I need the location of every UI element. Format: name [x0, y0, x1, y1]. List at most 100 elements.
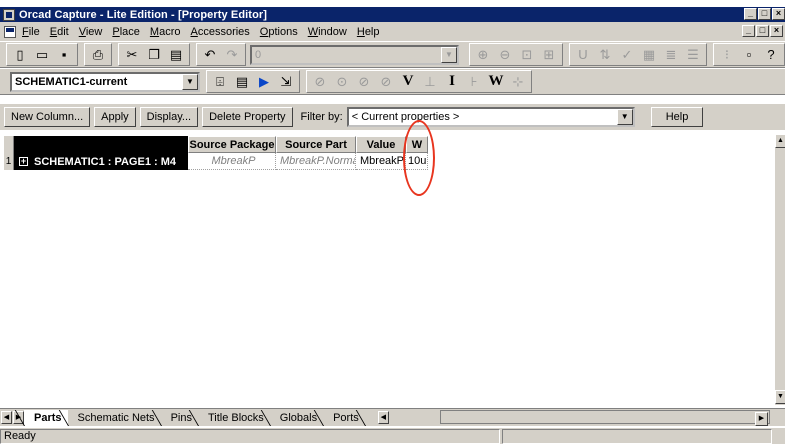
filter-select[interactable]: < Current properties > ▼ [346, 107, 635, 127]
standard-toolbar: ▯ ▭ ▪ ⎙ ✂ ❐ ▤ ↶ ↷ 0 ▼ ⊕ ⊖ ⊡ ⊞ U ⇅ ✓ ▦ ≣ … [0, 41, 785, 68]
edit-tool-group: ✂ ❐ ▤ [118, 43, 190, 66]
new-icon[interactable]: ▯ [10, 45, 30, 64]
bom-icon[interactable]: ≣ [661, 45, 681, 64]
paste-icon[interactable]: ▤ [166, 45, 186, 64]
help-icon[interactable]: ? [761, 45, 781, 64]
new-column-button[interactable]: New Column... [4, 107, 91, 127]
zoom-tool-group: ⊕ ⊖ ⊡ ⊞ [469, 43, 563, 66]
cross-ref-icon[interactable]: ☰ [683, 45, 703, 64]
annotate-icon[interactable]: U [573, 45, 593, 64]
column-header[interactable]: Source Package [188, 136, 276, 153]
tab-schematic-nets[interactable]: Schematic Nets [67, 409, 161, 426]
row-part-name[interactable]: + SCHEMATIC1 : PAGE1 : M4 [14, 153, 188, 170]
property-grid: Source Package Source Part Value W 1 + S… [4, 134, 774, 405]
status-bar: Ready [0, 427, 785, 444]
menu-bar: File Edit View Place Macro Accessories O… [0, 22, 785, 41]
scroll-right-icon[interactable]: ▶ [755, 412, 768, 426]
power-dissipation-icon[interactable]: ⊹ [508, 72, 528, 91]
app-icon[interactable] [3, 8, 15, 21]
table-row[interactable]: 1 + SCHEMATIC1 : PAGE1 : M4 MbreakP Mbre… [4, 153, 428, 170]
tab-overflow[interactable] [364, 409, 377, 426]
maximize-button[interactable]: □ [758, 8, 771, 20]
horizontal-scrollbar[interactable]: ▶ [440, 410, 770, 426]
vertical-scrollbar[interactable]: ▲ ▼ [774, 134, 785, 405]
tab-list-left-icon[interactable]: ◀ [377, 411, 389, 424]
menu-window[interactable]: Window [308, 26, 347, 38]
menu-macro[interactable]: Macro [150, 26, 181, 38]
probe-area-icon[interactable]: ⊘ [354, 72, 374, 91]
value-cell[interactable]: MbreakP [356, 153, 406, 170]
tab-scroll-left-icon[interactable]: ◀ [1, 411, 12, 424]
menu-place[interactable]: Place [112, 26, 140, 38]
snap-icon[interactable]: ⁝ [717, 45, 737, 64]
close-button[interactable]: × [772, 8, 785, 20]
scroll-up-icon[interactable]: ▲ [775, 134, 785, 148]
print-icon[interactable]: ⎙ [88, 45, 108, 64]
minimize-button[interactable]: _ [744, 8, 757, 20]
column-header[interactable]: Value [356, 136, 406, 153]
menu-help[interactable]: Help [357, 26, 380, 38]
doc-close-button[interactable]: × [770, 25, 783, 37]
chevron-down-icon[interactable]: ▼ [441, 46, 457, 63]
zoom-all-icon[interactable]: ⊞ [539, 45, 559, 64]
document-icon[interactable] [4, 25, 16, 38]
place-part-icon[interactable]: ⌹ [210, 72, 230, 91]
print-tool-group: ⎙ [84, 43, 112, 66]
redo-icon[interactable]: ↷ [222, 45, 242, 64]
back-annotate-icon[interactable]: ⇅ [595, 45, 615, 64]
zoom-out-icon[interactable]: ⊖ [495, 45, 515, 64]
doc-restore-button[interactable]: □ [756, 25, 769, 37]
chevron-down-icon[interactable]: ▼ [616, 109, 633, 125]
column-header[interactable]: Source Part [276, 136, 356, 153]
row-number[interactable]: 1 [4, 153, 14, 170]
apply-button[interactable]: Apply [94, 107, 136, 127]
display-button[interactable]: Display... [139, 107, 199, 127]
delete-property-button[interactable]: Delete Property [202, 107, 293, 127]
probe-pin-icon[interactable]: ⊙ [332, 72, 352, 91]
grid-corner[interactable] [4, 136, 14, 153]
menu-file[interactable]: File [22, 26, 40, 38]
page-tool-group: ⌹ ▤ ▶ ⇲ [206, 70, 300, 93]
chevron-down-icon[interactable]: ▼ [182, 73, 198, 90]
status-text: Ready [0, 428, 500, 444]
annotation-circle [403, 120, 435, 196]
menu-edit[interactable]: Edit [50, 26, 69, 38]
probe-zoom-icon[interactable]: ⊘ [310, 72, 330, 91]
zoom-area-icon[interactable]: ⊡ [517, 45, 537, 64]
drc-icon[interactable]: ✓ [617, 45, 637, 64]
source-part-cell[interactable]: MbreakP.Normal [276, 153, 356, 170]
markers-icon[interactable]: ⇲ [276, 72, 296, 91]
menu-view[interactable]: View [79, 26, 103, 38]
menu-accessories[interactable]: Accessories [190, 26, 249, 38]
help-button[interactable]: Help [650, 107, 704, 127]
expand-icon[interactable]: + [19, 157, 28, 166]
schematic-select[interactable]: SCHEMATIC1-current ▼ [10, 71, 200, 92]
cut-icon[interactable]: ✂ [122, 45, 142, 64]
tab-title-blocks[interactable]: Title Blocks [197, 409, 270, 426]
save-icon[interactable]: ▪ [54, 45, 74, 64]
open-icon[interactable]: ▭ [32, 45, 52, 64]
undo-icon[interactable]: ↶ [200, 45, 220, 64]
scroll-down-icon[interactable]: ▼ [775, 390, 785, 404]
project-manager-icon[interactable]: ▫ [739, 45, 759, 64]
schematic-select-value: SCHEMATIC1-current [15, 75, 128, 88]
schematic-toolbar: SCHEMATIC1-current ▼ ⌹ ▤ ▶ ⇲ ⊘ ⊙ ⊘ ⊘ V ⊥… [0, 68, 785, 95]
probe-fit-icon[interactable]: ⊘ [376, 72, 396, 91]
copy-icon[interactable]: ❐ [144, 45, 164, 64]
misc-tool-group: ⁝ ▫ ? [713, 43, 785, 66]
current-marker-icon[interactable]: I [442, 72, 462, 91]
menu-options[interactable]: Options [260, 26, 298, 38]
window-controls: _ □ × [743, 8, 785, 20]
netlist-icon[interactable]: ▦ [639, 45, 659, 64]
differential-marker-icon[interactable]: ⊥ [420, 72, 440, 91]
property-action-bar: New Column... Apply Display... Delete Pr… [0, 104, 785, 130]
power-marker-icon[interactable]: W [486, 72, 506, 91]
doc-minimize-button[interactable]: _ [742, 25, 755, 37]
zoom-in-icon[interactable]: ⊕ [473, 45, 493, 64]
voltage-marker-icon[interactable]: V [398, 72, 418, 91]
zoom-combo[interactable]: 0 ▼ [250, 44, 459, 65]
current-into-pin-icon[interactable]: ⊦ [464, 72, 484, 91]
page-icon[interactable]: ▤ [232, 72, 252, 91]
run-icon[interactable]: ▶ [254, 72, 274, 91]
source-package-cell[interactable]: MbreakP [188, 153, 276, 170]
